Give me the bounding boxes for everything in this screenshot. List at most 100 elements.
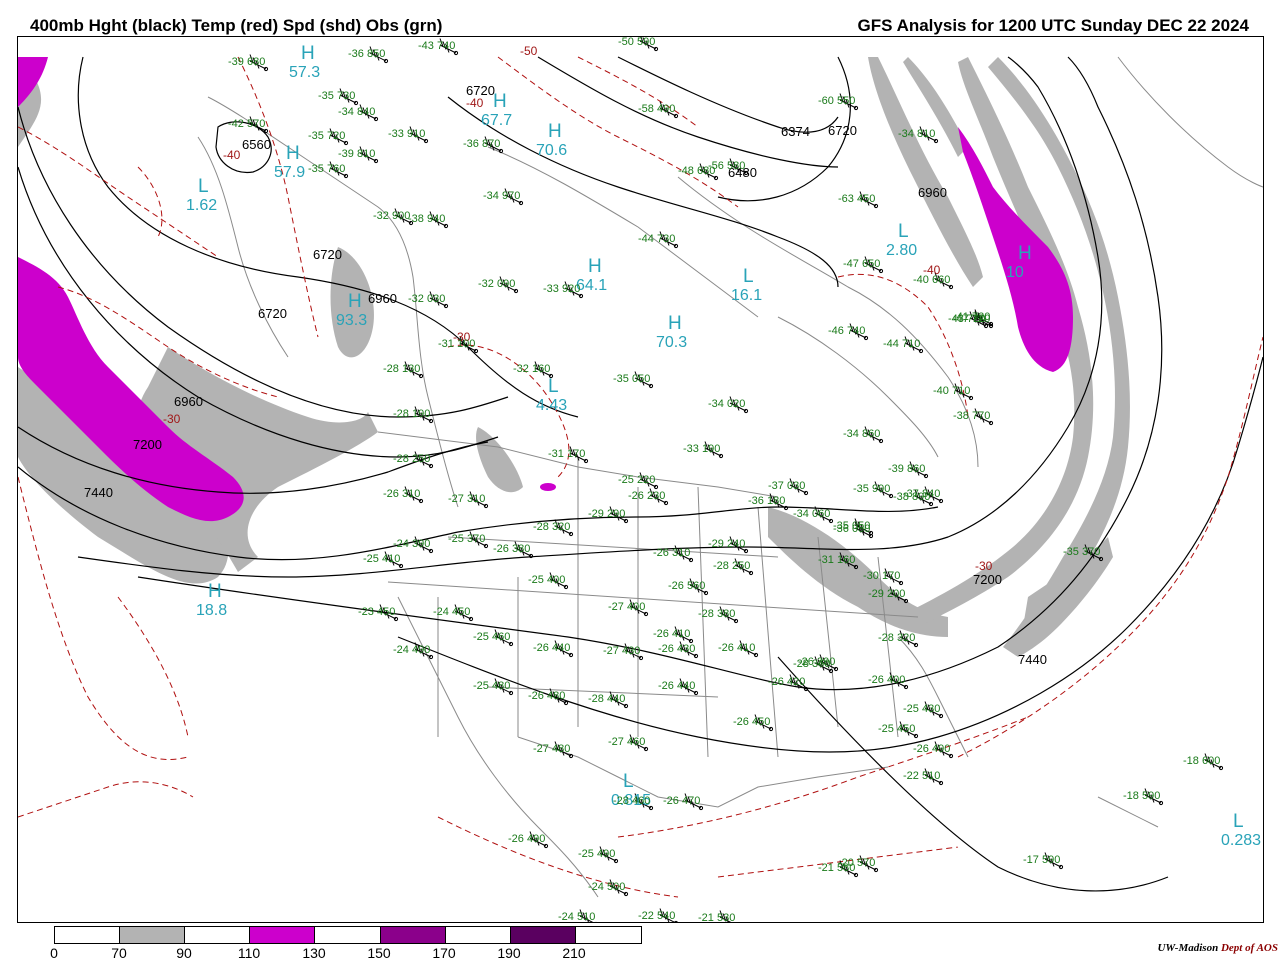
pressure-center-letter: H: [348, 291, 362, 312]
pressure-center-value: 67.7: [481, 112, 512, 129]
height-contour-labels: 6720 6720 6720 6720 6960 6960 6960 6560 …: [84, 83, 1047, 667]
colorbar-segment-210-plus: [575, 927, 641, 943]
station-observation: -24 490: [393, 644, 430, 656]
station-observation: -58 490: [638, 103, 675, 115]
station-observation: -26 410: [718, 642, 755, 654]
pressure-center-letter: H: [493, 91, 507, 112]
station-observation: -18 600: [1183, 755, 1220, 767]
station-observation: -24 390: [393, 538, 430, 550]
pressure-center-letter: H: [286, 143, 300, 164]
station-observation: -24 510: [558, 911, 595, 922]
station-observation: -28 360: [793, 658, 830, 670]
station-observation: -33 910: [388, 128, 425, 140]
station-observation: -31 100: [438, 338, 475, 350]
station-observation: -28 320: [533, 521, 570, 533]
station-observation: -32 090: [478, 278, 515, 290]
station-observation: -27 480: [533, 743, 570, 755]
pressure-center-value: 64.1: [576, 277, 607, 294]
station-observation: -28 130: [383, 363, 420, 375]
station-observation: -26 430: [658, 643, 695, 655]
station-observation: -26 310: [653, 547, 690, 559]
pressure-center-letter: H: [668, 313, 682, 334]
pressure-center-letter: L: [898, 221, 909, 242]
station-observation: -21 530: [698, 912, 735, 922]
station-observation: -29 290: [588, 508, 625, 520]
colorbar-tick: 170: [432, 945, 456, 961]
station-observation: -26 470: [663, 795, 700, 807]
pressure-center-value: 10: [1006, 264, 1024, 281]
station-observation: -17 590: [1023, 854, 1060, 866]
credit-line: UW-Madison Dept of AOS: [1157, 942, 1278, 954]
station-observation: -29 240: [708, 538, 745, 550]
station-observation: -36 180: [748, 495, 785, 507]
station-observation: -33 920: [543, 283, 580, 295]
station-observation: -27 310: [448, 493, 485, 505]
station-observation: -43 740: [418, 40, 455, 52]
station-observation: -35 370: [1063, 546, 1100, 558]
colorbar-segment-110-130: [250, 927, 316, 943]
station-observation: -26 560: [668, 580, 705, 592]
colorbar-tick: 70: [111, 945, 127, 961]
colorbar-tick: 190: [497, 945, 521, 961]
chart-title: 400mb Hght (black) Temp (red) Spd (shd) …: [30, 16, 443, 35]
contour-label: 6720: [258, 306, 287, 321]
station-observation: -28 440: [588, 693, 625, 705]
credit-dept: Dept of AOS: [1220, 942, 1278, 954]
colorbar-segment-150-170: [380, 927, 446, 943]
station-observation: -34 860: [843, 428, 880, 440]
contour-label: 6960: [174, 394, 203, 409]
pressure-center-value: 2.80: [886, 242, 917, 259]
pressure-center-letter: H: [208, 581, 222, 602]
contour-label: 7440: [84, 485, 113, 500]
contour-label: 7200: [973, 572, 1002, 587]
station-observation: -26 480: [528, 690, 565, 702]
pressure-center-value: 0.283: [1221, 832, 1261, 849]
station-observation: -33 190: [683, 443, 720, 455]
station-observation: -35 720: [308, 130, 345, 142]
station-observation: -31 160: [818, 554, 855, 566]
station-observation: -31 170: [548, 448, 585, 460]
station-observation: -44 730: [638, 233, 675, 245]
pressure-center-value: 4.43: [536, 397, 567, 414]
station-observation: -44 710: [883, 338, 920, 350]
colorbar-tick: 210: [562, 945, 586, 961]
lake-speed-blob: [540, 483, 556, 491]
pressure-center-letter: H: [1018, 243, 1032, 264]
colorbar-segment-190-210: [510, 927, 576, 943]
station-observation: -37 030: [768, 480, 805, 492]
station-observation: -26 440: [533, 642, 570, 654]
station-observation: -25 450: [878, 723, 915, 735]
pressure-center-letter: H: [301, 43, 315, 64]
station-observation: -26 380: [493, 543, 530, 555]
station-observation: -18 590: [1123, 790, 1160, 802]
temp-label: -50: [520, 44, 538, 58]
station-observation: -25 460: [473, 631, 510, 643]
station-observation: -32 160: [513, 363, 550, 375]
station-observation: -25 480: [473, 680, 510, 692]
colorbar-tick: 90: [176, 945, 192, 961]
station-observation: -20 570: [838, 857, 875, 869]
contour-label: 7200: [133, 437, 162, 452]
colorbar-tick: 110: [237, 945, 261, 961]
station-observation: -30 170: [863, 570, 900, 582]
station-observation: -27 430: [603, 645, 640, 657]
station-observation: -35 050: [613, 373, 650, 385]
station-observation: -34 970: [483, 190, 520, 202]
station-observation: -39 860: [888, 463, 925, 475]
station-observation: -34 020: [708, 398, 745, 410]
station-observation: -28 380: [698, 608, 735, 620]
credit-org: UW-Madison: [1157, 942, 1219, 954]
station-observation: -28 250: [713, 560, 750, 572]
station-observation: -40 660: [913, 274, 950, 286]
pressure-center-letter: L: [623, 771, 634, 792]
station-observation: -25 220: [618, 474, 655, 486]
pressure-center-letter: L: [1233, 811, 1244, 832]
pressure-center-letter: L: [548, 376, 559, 397]
political-borders: [197, 56, 1263, 898]
station-observation: -47 650: [843, 258, 880, 270]
speed-colorbar: [54, 926, 642, 944]
station-observation: -26 490: [913, 743, 950, 755]
colorbar-tick: 0: [50, 945, 58, 961]
temp-label: -30: [975, 559, 993, 573]
station-observation: -25 400: [528, 574, 565, 586]
